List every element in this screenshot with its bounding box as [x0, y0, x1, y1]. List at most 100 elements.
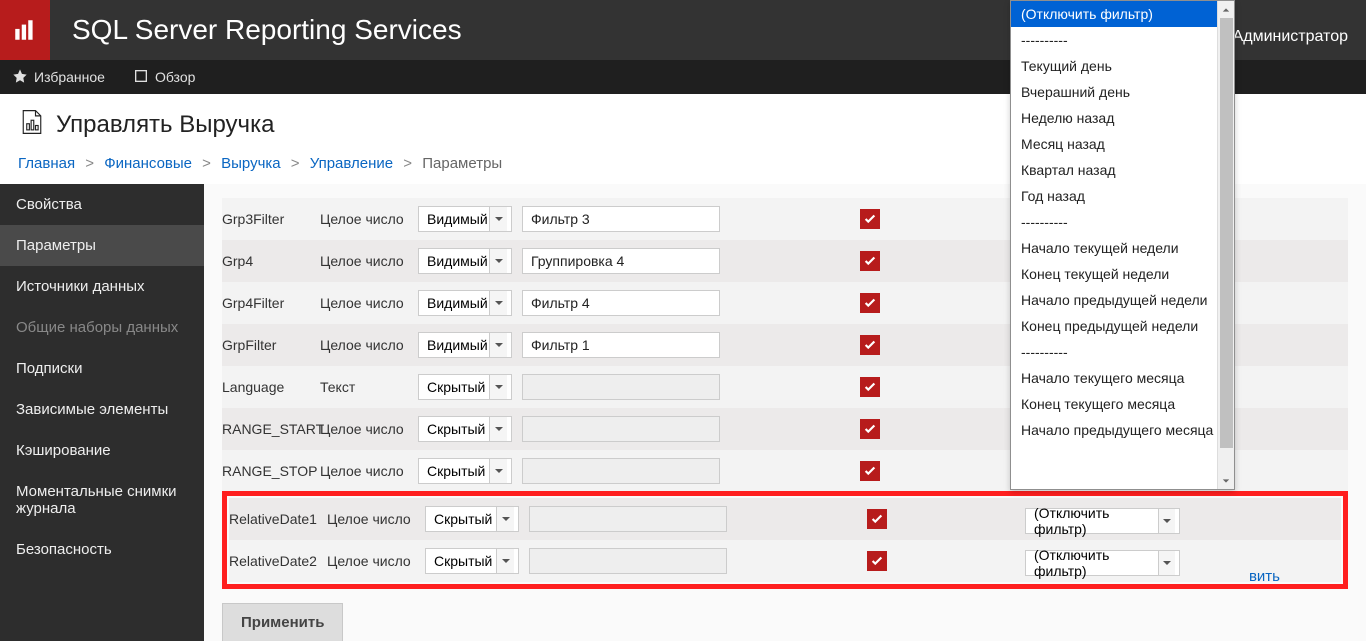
- param-name: RelativeDate2: [229, 553, 327, 569]
- visibility-select[interactable]: Видимый: [418, 206, 512, 232]
- subnav-browse[interactable]: Обзор: [133, 68, 195, 87]
- scroll-thumb[interactable]: [1220, 18, 1233, 448]
- dropdown-option[interactable]: Конец текущего месяца: [1011, 391, 1234, 417]
- has-default-checkbox[interactable]: [860, 251, 880, 271]
- param-type: Целое число: [320, 211, 418, 227]
- dropdown-option[interactable]: Текущий день: [1011, 53, 1234, 79]
- dropdown-option[interactable]: Начало текущего месяца: [1011, 365, 1234, 391]
- apply-button[interactable]: Применить: [222, 603, 343, 641]
- app-logo[interactable]: [0, 0, 50, 60]
- has-default-checkbox[interactable]: [860, 335, 880, 355]
- dropdown-option[interactable]: ----------: [1011, 209, 1234, 235]
- chevron-down-icon: [489, 333, 507, 357]
- chevron-down-icon: [1158, 509, 1175, 533]
- label-input[interactable]: Фильтр 1: [522, 332, 720, 358]
- label-input: [529, 506, 727, 532]
- visibility-select[interactable]: Скрытый: [418, 416, 512, 442]
- param-type: Целое число: [320, 463, 418, 479]
- product-title: SQL Server Reporting Services: [72, 14, 462, 46]
- crumb-manage[interactable]: Управление: [310, 155, 393, 172]
- param-type: Целое число: [320, 421, 418, 437]
- chevron-down-icon: [489, 417, 507, 441]
- dropdown-option[interactable]: (Отключить фильтр): [1011, 1, 1234, 27]
- has-default-checkbox[interactable]: [867, 509, 887, 529]
- dropdown-option[interactable]: ----------: [1011, 27, 1234, 53]
- crumb-current: Параметры: [422, 155, 502, 172]
- dropdown-option[interactable]: ----------: [1011, 339, 1234, 365]
- has-default-checkbox[interactable]: [860, 377, 880, 397]
- label-input: [522, 416, 720, 442]
- visibility-select[interactable]: Скрытый: [418, 458, 512, 484]
- param-name: Grp4: [222, 253, 320, 269]
- visibility-select[interactable]: Скрытый: [418, 374, 512, 400]
- has-default-checkbox[interactable]: [867, 551, 887, 571]
- has-default-checkbox[interactable]: [860, 461, 880, 481]
- crumb-financial[interactable]: Финансовые: [104, 155, 192, 172]
- has-default-checkbox[interactable]: [860, 209, 880, 229]
- scroll-down-icon[interactable]: [1218, 472, 1234, 489]
- param-name: Grp4Filter: [222, 295, 320, 311]
- dropdown-option[interactable]: Неделю назад: [1011, 105, 1234, 131]
- visibility-select[interactable]: Видимый: [418, 332, 512, 358]
- sidebar-item-0[interactable]: Свойства: [0, 184, 204, 225]
- has-default-checkbox[interactable]: [860, 419, 880, 439]
- default-value-select[interactable]: (Отключить фильтр): [1025, 508, 1180, 534]
- label-input: [522, 374, 720, 400]
- label-input[interactable]: Группировка 4: [522, 248, 720, 274]
- chevron-down-icon: [489, 207, 507, 231]
- param-row: RelativeDate1Целое числоСкрытый(Отключит…: [229, 498, 1341, 540]
- sidebar-item-3: Общие наборы данных: [0, 307, 204, 348]
- dropdown-option[interactable]: Начало текущей недели: [1011, 235, 1234, 261]
- restore-link[interactable]: вить: [1249, 568, 1280, 585]
- param-type: Текст: [320, 379, 418, 395]
- dropdown-option[interactable]: Квартал назад: [1011, 157, 1234, 183]
- crumb-revenue[interactable]: Выручка: [221, 155, 281, 172]
- has-default-checkbox[interactable]: [860, 293, 880, 313]
- subnav-favorites[interactable]: Избранное: [12, 68, 105, 87]
- chevron-down-icon: [1158, 551, 1175, 575]
- scroll-up-icon[interactable]: [1218, 1, 1234, 18]
- param-name: GrpFilter: [222, 337, 320, 353]
- dropdown-option[interactable]: Вчерашний день: [1011, 79, 1234, 105]
- admin-link[interactable]: Администратор: [1233, 28, 1348, 46]
- label-input: [529, 548, 727, 574]
- page-title: Управлять Выручка: [56, 111, 274, 139]
- dropdown-option[interactable]: Месяц назад: [1011, 131, 1234, 157]
- default-value-dropdown[interactable]: (Отключить фильтр)----------Текущий день…: [1010, 0, 1235, 490]
- visibility-select[interactable]: Видимый: [418, 290, 512, 316]
- dropdown-option[interactable]: Год назад: [1011, 183, 1234, 209]
- visibility-select[interactable]: Видимый: [418, 248, 512, 274]
- label-input[interactable]: Фильтр 4: [522, 290, 720, 316]
- dropdown-option[interactable]: Начало предыдущей недели: [1011, 287, 1234, 313]
- param-type: Целое число: [327, 553, 425, 569]
- chevron-down-icon: [496, 507, 514, 531]
- crumb-home[interactable]: Главная: [18, 155, 75, 172]
- star-icon: [12, 68, 34, 87]
- sidebar-item-2[interactable]: Источники данных: [0, 266, 204, 307]
- param-name: RANGE_START: [222, 421, 320, 437]
- dropdown-option[interactable]: Начало предыдущего месяца: [1011, 417, 1234, 443]
- visibility-select[interactable]: Скрытый: [425, 548, 519, 574]
- param-row: RelativeDate2Целое числоСкрытый (Отключит…: [229, 540, 1341, 582]
- browse-icon: [133, 68, 155, 87]
- sidebar-item-7[interactable]: Моментальные снимки журнала: [0, 471, 204, 529]
- dropdown-option[interactable]: Конец текущей недели: [1011, 261, 1234, 287]
- param-name: RANGE_STOP: [222, 463, 320, 479]
- dropdown-option[interactable]: Конец предыдущей недели: [1011, 313, 1234, 339]
- visibility-select[interactable]: Скрытый: [425, 506, 519, 532]
- param-type: Целое число: [320, 253, 418, 269]
- dropdown-scrollbar[interactable]: [1217, 1, 1234, 489]
- chevron-down-icon: [489, 459, 507, 483]
- param-name: Language: [222, 379, 320, 395]
- sidebar-item-5[interactable]: Зависимые элементы: [0, 389, 204, 430]
- report-icon: [18, 108, 56, 141]
- default-value-select[interactable]: (Отключить фильтр): [1025, 550, 1180, 576]
- param-type: Целое число: [320, 295, 418, 311]
- sidebar-item-6[interactable]: Кэширование: [0, 430, 204, 471]
- sidebar-item-8[interactable]: Безопасность: [0, 529, 204, 570]
- label-input[interactable]: Фильтр 3: [522, 206, 720, 232]
- param-type: Целое число: [327, 511, 425, 527]
- subnav-favorites-label: Избранное: [34, 69, 105, 85]
- sidebar-item-4[interactable]: Подписки: [0, 348, 204, 389]
- sidebar-item-1[interactable]: Параметры: [0, 225, 204, 266]
